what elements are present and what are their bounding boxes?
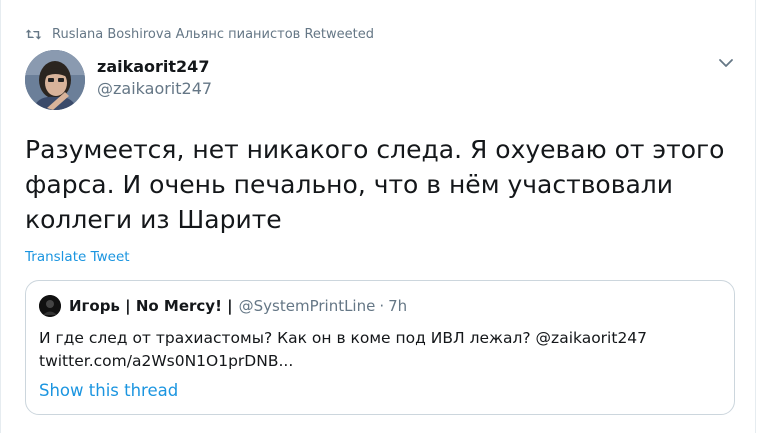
retweet-text: Ruslana Boshirova Альянс пианистов Retwe… xyxy=(52,27,374,42)
tweet[interactable]: Ruslana Boshirova Альянс пианистов Retwe… xyxy=(0,0,756,433)
chevron-down-icon[interactable] xyxy=(717,56,735,70)
quote-timestamp: 7h xyxy=(388,297,408,315)
translate-tweet-link[interactable]: Translate Tweet xyxy=(25,249,130,265)
quote-avatar-image xyxy=(39,295,61,317)
quote-separator: · xyxy=(379,297,385,315)
retweet-icon xyxy=(25,29,42,40)
quoted-tweet[interactable]: Игорь | No Mercy! | @SystemPrintLine · 7… xyxy=(25,280,735,415)
quote-body-line-2: twitter.com/a2Ws0N1O1prDNB... xyxy=(39,352,294,370)
quote-body-line-1: И где след от трахиастомы? Как он в коме… xyxy=(39,329,648,347)
quote-author-name: Игорь | No Mercy! | xyxy=(69,297,233,315)
author-handle[interactable]: @zaikaorit247 xyxy=(97,79,212,98)
show-thread-link[interactable]: Show this thread xyxy=(39,381,178,400)
avatar[interactable] xyxy=(25,50,85,110)
quote-author-handle: @SystemPrintLine xyxy=(238,297,376,315)
quote-body: И где след от трахиастомы? Как он в коме… xyxy=(39,327,719,373)
avatar-image xyxy=(25,50,85,110)
quote-header: Игорь | No Mercy! | @SystemPrintLine · 7… xyxy=(39,295,407,317)
author-display-name[interactable]: zaikaorit247 xyxy=(97,57,209,76)
quote-avatar xyxy=(39,295,61,317)
retweet-context[interactable]: Ruslana Boshirova Альянс пианистов Retwe… xyxy=(25,27,374,42)
tweet-text: Разумеется, нет никакого следа. Я охуева… xyxy=(25,135,725,234)
